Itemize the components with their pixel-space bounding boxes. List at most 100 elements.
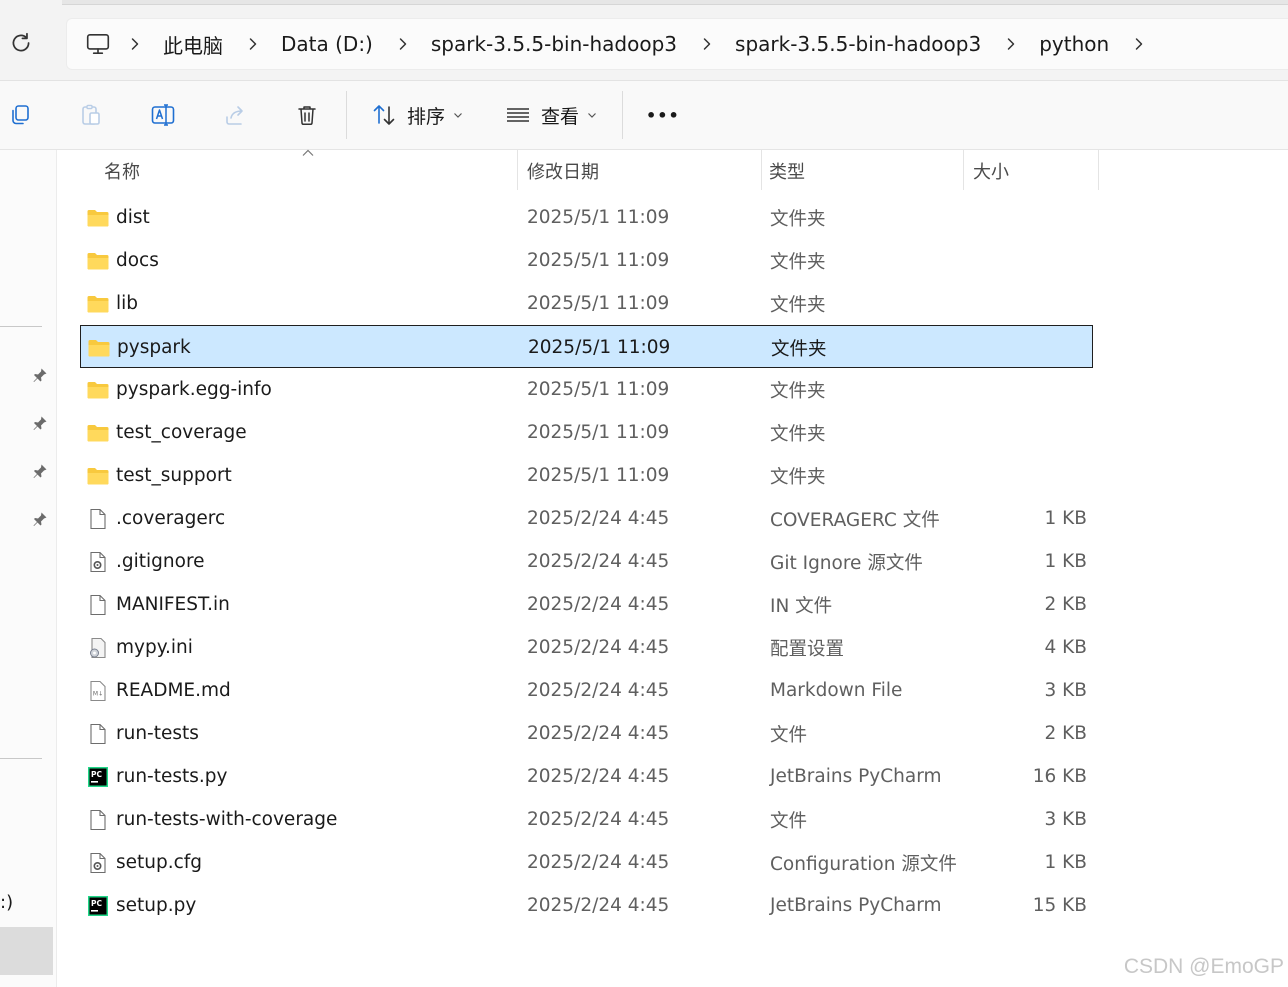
file-row[interactable]: PC setup.py 2025/2/24 4:45 JetBrains PyChar…	[80, 884, 1093, 927]
paste-icon	[82, 104, 100, 125]
nav-drive-label[interactable]: :)	[0, 892, 13, 913]
breadcrumb-spark-folder[interactable]: spark-3.5.5-bin-hadoop3	[431, 32, 677, 56]
file-name: test_support	[116, 465, 232, 486]
file-type: Configuration 源文件	[770, 853, 957, 875]
pycharm-icon: PC	[88, 767, 108, 787]
file-row[interactable]: run-tests 2025/2/24 4:45 文件 2 KB	[80, 712, 1093, 755]
file-name: docs	[116, 250, 159, 271]
view-label: 查看	[541, 105, 580, 128]
file-type: 文件夹	[770, 294, 826, 316]
nav-divider	[0, 326, 42, 327]
toolbar-divider	[346, 91, 347, 139]
view-button[interactable]: 查看	[505, 101, 597, 129]
file-row[interactable]: .coveragerc 2025/2/24 4:45 COVERAGERC 文件 1 …	[80, 497, 1093, 540]
share-button[interactable]	[221, 101, 249, 129]
file-type: 配置设置	[770, 638, 845, 660]
file-row[interactable]: test_support 2025/5/1 11:09 文件夹	[80, 454, 1093, 497]
chevron-right-icon[interactable]	[127, 36, 143, 52]
column-date[interactable]: 修改日期	[519, 150, 761, 192]
file-date: 2025/5/1 11:09	[527, 293, 670, 314]
file-name: MANIFEST.in	[116, 594, 230, 615]
file-date: 2025/5/1 11:09	[527, 379, 670, 400]
file-row[interactable]: test_coverage 2025/5/1 11:09 文件夹	[80, 411, 1093, 454]
paste-button[interactable]	[77, 101, 105, 129]
folder-icon	[87, 253, 109, 270]
view-list-icon	[507, 108, 529, 122]
file-row[interactable]: dist 2025/5/1 11:09 文件夹	[80, 196, 1093, 239]
column-type[interactable]: 类型	[761, 150, 963, 192]
file-type: 文件夹	[771, 338, 827, 360]
file-row[interactable]: docs 2025/5/1 11:09 文件夹	[80, 239, 1093, 282]
breadcrumb-spark-subfolder[interactable]: spark-3.5.5-bin-hadoop3	[735, 32, 981, 56]
navigation-pane: :)	[0, 150, 57, 987]
file-name: .coveragerc	[116, 508, 226, 529]
file-name: dist	[116, 207, 150, 228]
nav-divider	[0, 758, 42, 759]
file-name: setup.cfg	[116, 852, 203, 873]
file-name: mypy.ini	[116, 637, 193, 658]
file-type: Git Ignore 源文件	[770, 552, 923, 574]
file-row[interactable]: PC run-tests.py 2025/2/24 4:45 JetBrains Py…	[80, 755, 1093, 798]
nav-selected-item[interactable]	[0, 927, 53, 975]
svg-text:PC: PC	[91, 770, 102, 779]
breadcrumb-data-drive[interactable]: Data (D:)	[281, 32, 373, 56]
more-options-button[interactable]: •••	[646, 101, 680, 129]
breadcrumb-this-pc[interactable]: 此电脑	[163, 30, 223, 59]
column-name[interactable]: 名称	[96, 150, 517, 192]
file-type: 文件	[770, 810, 808, 832]
file-row[interactable]: pyspark.egg-info 2025/5/1 11:09 文件夹	[80, 368, 1093, 411]
file-name: run-tests	[116, 723, 199, 744]
chevron-right-icon[interactable]	[395, 36, 411, 52]
chevron-right-icon[interactable]	[1131, 36, 1147, 52]
settings-file-icon	[90, 637, 106, 659]
file-name: setup.py	[116, 895, 197, 916]
file-name: README.md	[116, 680, 231, 701]
file-size: 3 KB	[1044, 809, 1087, 830]
file-row[interactable]: mypy.ini 2025/2/24 4:45 配置设置 4 KB	[80, 626, 1093, 669]
file-row[interactable]: MANIFEST.in 2025/2/24 4:45 IN 文件 2 KB	[80, 583, 1093, 626]
file-size: 4 KB	[1044, 637, 1087, 658]
pin-icon[interactable]	[32, 415, 48, 431]
rename-button[interactable]	[149, 101, 177, 129]
file-row[interactable]: pyspark 2025/5/1 11:09 文件夹	[80, 325, 1093, 368]
file-type: Markdown File	[770, 680, 903, 701]
file-row[interactable]: .gitignore 2025/2/24 4:45 Git Ignore 源文件 1 …	[80, 540, 1093, 583]
file-icon	[90, 594, 106, 616]
file-name: run-tests-with-coverage	[116, 809, 338, 830]
refresh-icon[interactable]	[8, 30, 34, 56]
chevron-right-icon[interactable]	[245, 36, 261, 52]
chevron-right-icon[interactable]	[699, 36, 715, 52]
file-date: 2025/2/24 4:45	[527, 723, 670, 744]
pin-icon[interactable]	[32, 511, 48, 527]
column-divider[interactable]	[1098, 150, 1099, 190]
file-row[interactable]: run-tests-with-coverage 2025/2/24 4:45 文件 3…	[80, 798, 1093, 841]
copy-button[interactable]	[6, 101, 34, 129]
file-date: 2025/2/24 4:45	[527, 594, 670, 615]
share-icon	[226, 106, 243, 125]
column-divider[interactable]	[517, 150, 518, 190]
column-size[interactable]: 大小	[965, 150, 1098, 192]
pin-icon[interactable]	[32, 367, 48, 383]
watermark: CSDN @EmoGP	[1123, 955, 1284, 978]
column-header: 名称 修改日期 类型 大小	[56, 149, 1288, 192]
file-icon	[90, 809, 106, 831]
file-type: 文件夹	[770, 208, 826, 230]
column-divider[interactable]	[963, 150, 964, 190]
file-row[interactable]: setup.cfg 2025/2/24 4:45 Configuration 源文件…	[80, 841, 1093, 884]
file-row[interactable]: lib 2025/5/1 11:09 文件夹	[80, 282, 1093, 325]
file-icon	[90, 508, 106, 530]
sort-label: 排序	[407, 105, 446, 128]
file-row[interactable]: M↓ README.md 2025/2/24 4:45 Markdown File 3 …	[80, 669, 1093, 712]
file-size: 1 KB	[1044, 508, 1087, 529]
chevron-right-icon[interactable]	[1003, 36, 1019, 52]
sort-icon	[373, 105, 395, 125]
pin-icon[interactable]	[32, 463, 48, 479]
sort-button[interactable]: 排序	[371, 101, 463, 129]
breadcrumb-python[interactable]: python	[1039, 32, 1109, 56]
address-bar[interactable]: 此电脑 Data (D:) spark-3.5.5-bin-hadoop3 sp…	[66, 18, 1288, 70]
this-pc-icon[interactable]	[85, 31, 111, 57]
file-name: .gitignore	[116, 551, 205, 572]
delete-button[interactable]	[293, 101, 321, 129]
file-date: 2025/5/1 11:09	[527, 207, 670, 228]
folder-icon	[87, 468, 109, 485]
